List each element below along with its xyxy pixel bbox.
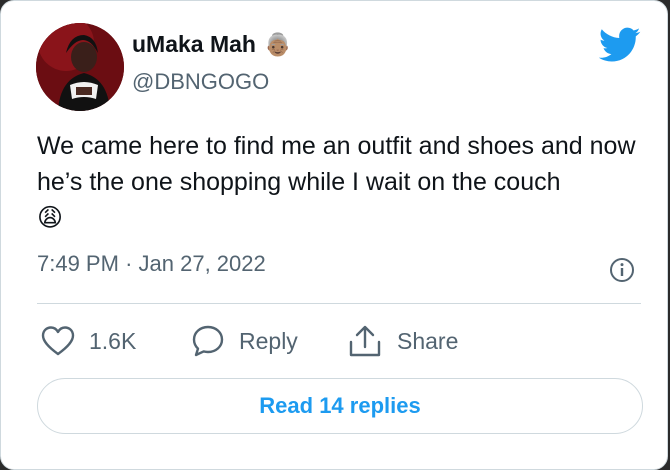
twitter-bird-icon[interactable] <box>598 27 641 63</box>
reply-button[interactable]: Reply <box>191 323 298 359</box>
like-button[interactable]: 1.6K <box>41 323 136 359</box>
weary-face-emoji-icon: 😩 <box>37 204 64 232</box>
grandmother-emoji-icon: 👵🏽 <box>263 31 292 57</box>
tweet-date[interactable]: Jan 27, 2022 <box>139 251 266 276</box>
share-icon <box>349 325 381 357</box>
tweet-card: uMaka Mah 👵🏽 @DBNGOGO We came here to fi… <box>0 0 668 470</box>
share-label: Share <box>397 327 459 354</box>
avatar[interactable] <box>36 23 124 111</box>
tweet-timestamp[interactable]: 7:49 PM · Jan 27, 2022 <box>37 251 266 277</box>
author-handle[interactable]: @DBNGOGO <box>132 69 269 95</box>
tweet-body: We came here to find me an outfit and sh… <box>37 132 636 196</box>
timestamp-separator: · <box>125 251 133 276</box>
like-count: 1.6K <box>89 327 137 354</box>
divider <box>37 303 641 304</box>
info-icon[interactable] <box>609 257 635 283</box>
author-name[interactable]: uMaka Mah 👵🏽 <box>132 31 291 58</box>
read-replies-label: Read 14 replies <box>259 393 421 418</box>
read-replies-button[interactable]: Read 14 replies <box>37 378 643 434</box>
tweet-text: We came here to find me an outfit and sh… <box>37 128 637 236</box>
author-name-text[interactable]: uMaka Mah <box>132 31 256 58</box>
share-button[interactable]: Share <box>347 323 458 359</box>
tweet-time[interactable]: 7:49 PM <box>37 251 119 276</box>
reply-bubble-icon <box>192 325 224 357</box>
reply-label: Reply <box>239 327 298 354</box>
heart-icon <box>41 326 75 356</box>
